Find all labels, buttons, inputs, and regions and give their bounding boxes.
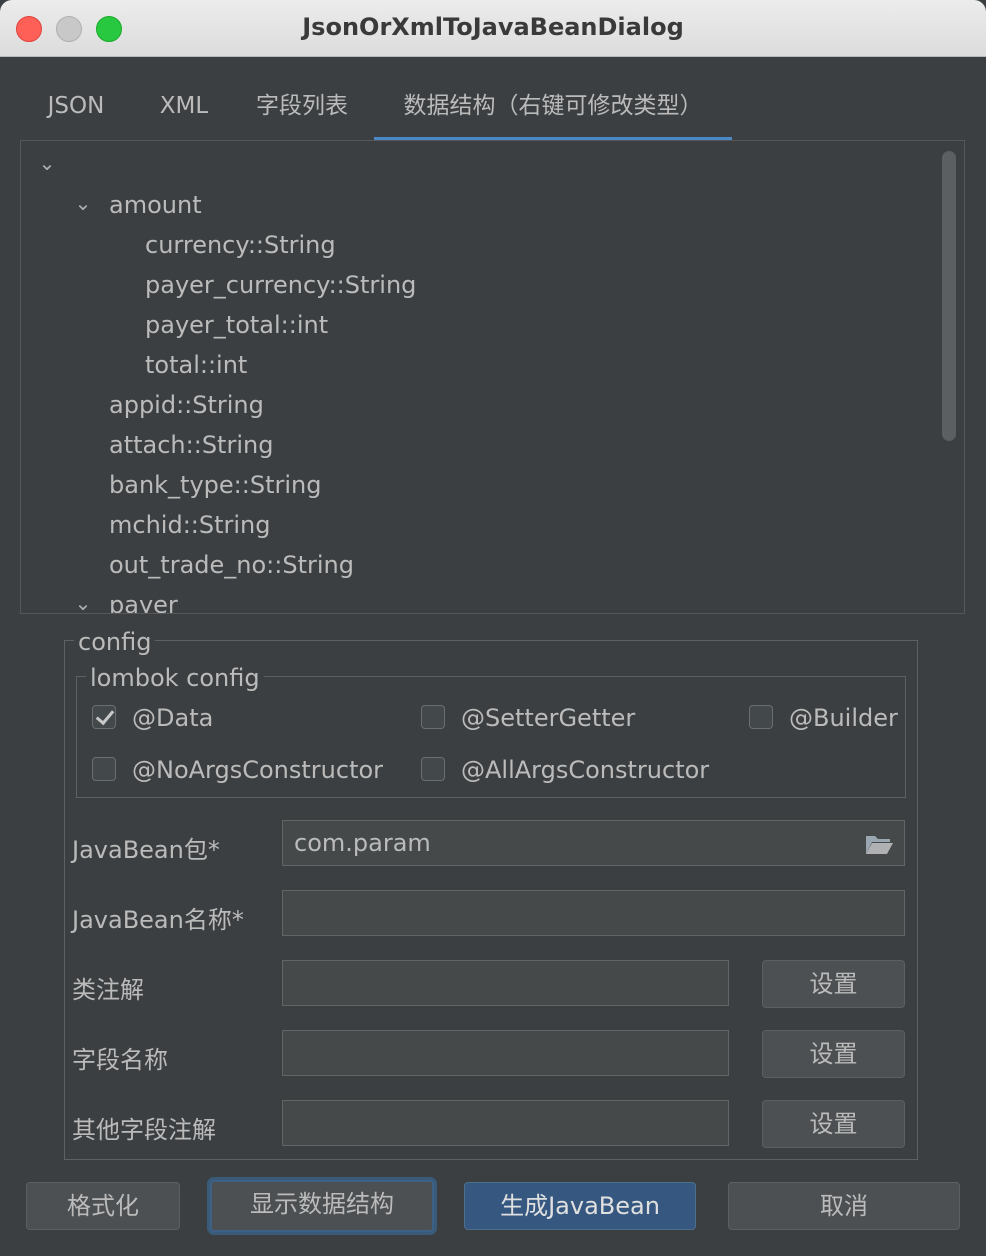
field-name-settings-button[interactable]: 设置: [762, 1030, 905, 1078]
tree-node-mchid[interactable]: mchid::String: [109, 506, 270, 544]
field-name-input[interactable]: [282, 1030, 729, 1076]
cancel-button[interactable]: 取消: [728, 1182, 960, 1230]
title-bar: JsonOrXmlToJavaBeanDialog: [0, 0, 986, 57]
all-args-constructor-checkbox[interactable]: @AllArgsConstructor: [421, 754, 741, 786]
class-annotation-settings-button[interactable]: 设置: [762, 960, 905, 1008]
folder-open-icon[interactable]: [864, 832, 894, 856]
lombok-config-title: lombok config: [86, 664, 264, 692]
show-data-structure-button[interactable]: 显示数据结构: [210, 1180, 434, 1232]
tree-node-payer-currency[interactable]: payer_currency::String: [145, 266, 416, 304]
tree-node-payer-total[interactable]: payer_total::int: [145, 306, 328, 344]
format-button[interactable]: 格式化: [26, 1182, 180, 1230]
generate-javabean-button[interactable]: 生成JavaBean: [464, 1182, 696, 1230]
class-annotation-label: 类注解: [72, 976, 144, 1004]
bean-name-input[interactable]: [282, 890, 905, 936]
data-structure-tree[interactable]: ⌄ ⌄ amount currency::String payer_curren…: [20, 140, 965, 614]
checkbox-unchecked-icon[interactable]: [421, 757, 445, 781]
tree-node-amount[interactable]: amount: [109, 186, 202, 224]
root-expand-chevron-icon[interactable]: ⌄: [35, 151, 59, 175]
bean-name-label: JavaBean名称*: [72, 906, 244, 934]
tree-node-bank-type[interactable]: bank_type::String: [109, 466, 321, 504]
other-annotation-input[interactable]: [282, 1100, 729, 1146]
setter-getter-checkbox[interactable]: @SetterGetter: [421, 702, 721, 734]
tab-json[interactable]: JSON: [28, 84, 124, 137]
checkbox-unchecked-icon[interactable]: [421, 705, 445, 729]
config-title: config: [74, 628, 156, 656]
package-input[interactable]: com.param: [282, 820, 905, 866]
tab-xml[interactable]: XML: [144, 84, 224, 137]
tab-data-structure[interactable]: 数据结构（右键可修改类型）: [374, 84, 732, 142]
class-annotation-input[interactable]: [282, 960, 729, 1006]
data-checkbox[interactable]: @Data: [92, 702, 392, 734]
checkbox-checked-icon[interactable]: [92, 705, 116, 729]
tree-node-out-trade-no[interactable]: out_trade_no::String: [109, 546, 354, 584]
checkbox-unchecked-icon[interactable]: [92, 757, 116, 781]
tab-bar: JSON XML 字段列表 数据结构（右键可修改类型）: [20, 84, 965, 142]
field-name-label: 字段名称: [72, 1046, 168, 1074]
tab-field-list[interactable]: 字段列表: [246, 84, 358, 137]
tree-node-currency[interactable]: currency::String: [145, 226, 336, 264]
package-label: JavaBean包*: [72, 836, 220, 864]
tree-node-appid[interactable]: appid::String: [109, 386, 264, 424]
tree-node-attach[interactable]: attach::String: [109, 426, 273, 464]
checkbox-unchecked-icon[interactable]: [749, 705, 773, 729]
other-annotation-settings-button[interactable]: 设置: [762, 1100, 905, 1148]
tree-node-payer[interactable]: payer: [109, 586, 178, 613]
payer-expand-chevron-icon[interactable]: ⌄: [71, 591, 95, 613]
builder-checkbox[interactable]: @Builder: [749, 702, 899, 734]
other-annotation-label: 其他字段注解: [72, 1116, 216, 1144]
tree-scrollbar[interactable]: [942, 151, 956, 441]
amount-expand-chevron-icon[interactable]: ⌄: [71, 191, 95, 215]
window-title: JsonOrXmlToJavaBeanDialog: [302, 13, 684, 41]
tree-node-total[interactable]: total::int: [145, 346, 247, 384]
no-args-constructor-checkbox[interactable]: @NoArgsConstructor: [92, 754, 402, 786]
